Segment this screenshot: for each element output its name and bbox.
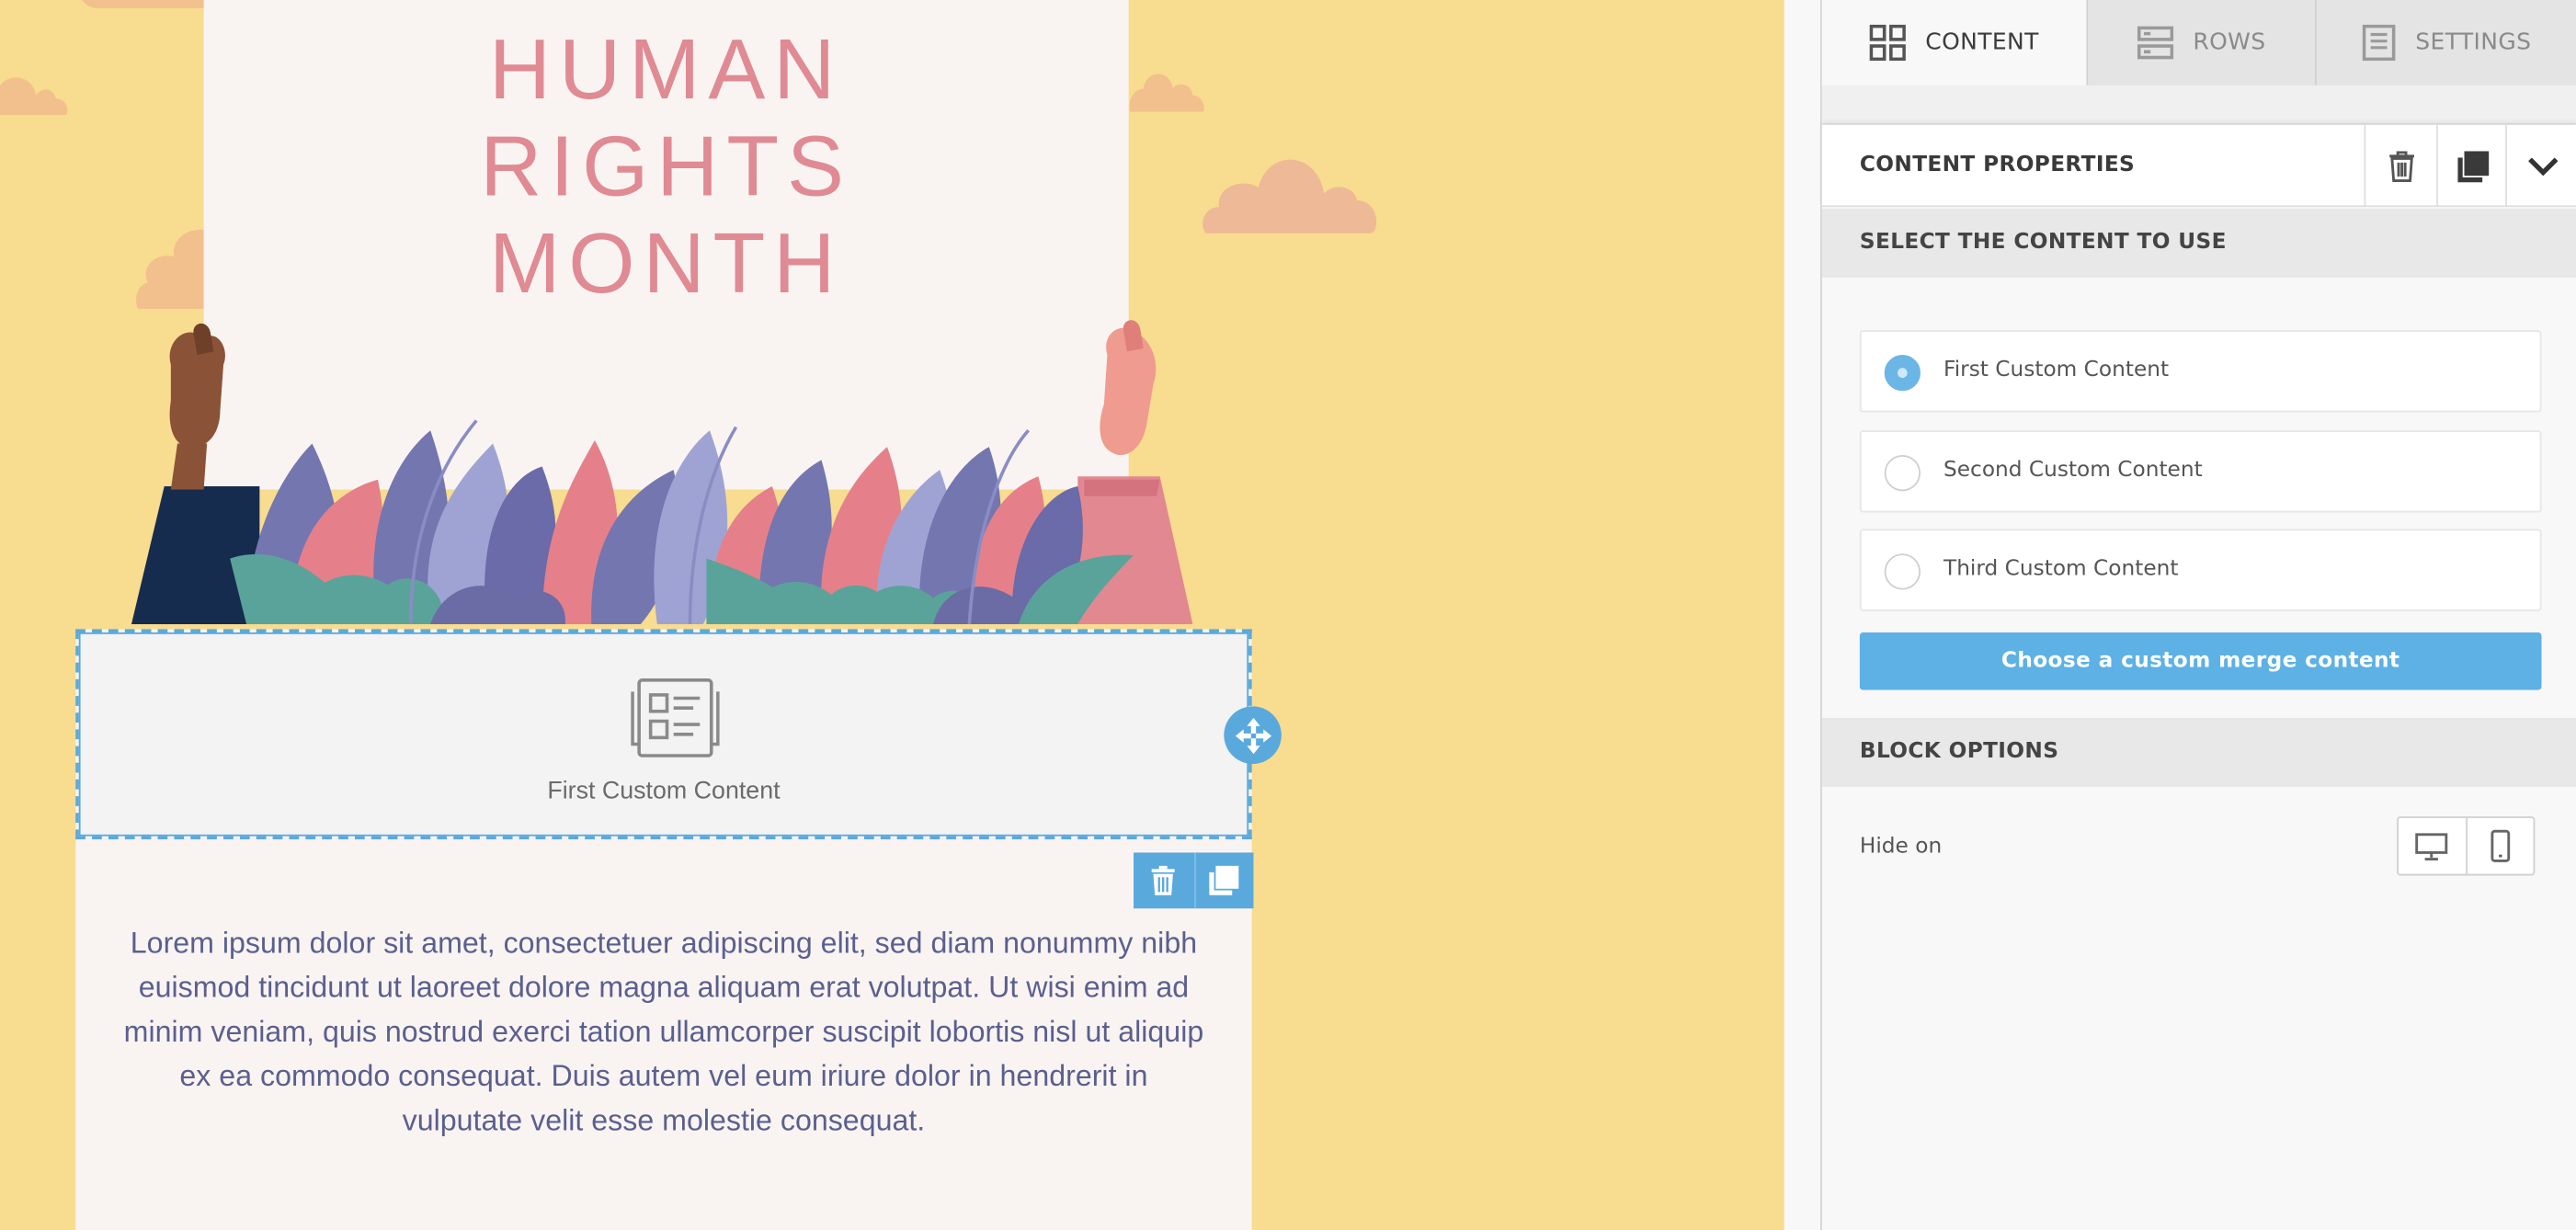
trash-icon	[1152, 865, 1176, 895]
duplicate-icon	[2457, 150, 2490, 182]
choose-custom-merge-content-button[interactable]: Choose a custom merge content	[1859, 632, 2542, 690]
tab-settings[interactable]: SETTINGS	[2317, 0, 2576, 85]
move-arrows-icon	[1234, 717, 1271, 754]
tab-rows-label: ROWS	[2193, 29, 2266, 56]
rows-icon	[2137, 26, 2173, 60]
cloud-decoration	[1129, 74, 1204, 112]
option-second-custom-content[interactable]: Second Custom Content	[1859, 430, 2542, 513]
option-third-custom-content[interactable]: Third Custom Content	[1859, 529, 2542, 611]
properties-sidebar: CONTENT ROWS SETTINGS CONTENT PROPERTIES…	[1819, 0, 2576, 1230]
duplicate-icon	[1209, 865, 1239, 895]
settings-doc-icon	[2363, 24, 2396, 62]
custom-content-block-selected[interactable]: First Custom Content	[75, 629, 1252, 840]
hero-title-line: MONTH	[488, 216, 844, 313]
chevron-down-icon	[2527, 157, 2558, 177]
radio-button[interactable]	[1884, 553, 1921, 590]
block-toolbar	[1134, 852, 1254, 909]
delete-block-button[interactable]	[1134, 852, 1193, 908]
hide-on-toggle-group	[2397, 816, 2536, 876]
custom-content-block-label: First Custom Content	[547, 777, 781, 805]
mobile-icon	[2491, 829, 2511, 862]
select-content-section-title: SELECT THE CONTENT TO USE	[1859, 230, 2227, 255]
text-block[interactable]: Lorem ipsum dolor sit amet, consectetuer…	[75, 839, 1252, 1230]
block-options-section-header: BLOCK OPTIONS	[1821, 717, 2576, 787]
body-paragraph: Lorem ipsum dolor sit amet, consectetuer…	[123, 926, 1204, 1137]
hero-illustration	[131, 320, 1193, 625]
custom-content-icon	[631, 678, 720, 757]
select-content-section-header: SELECT THE CONTENT TO USE	[1821, 208, 2576, 279]
option-first-custom-content[interactable]: First Custom Content	[1859, 330, 2542, 413]
hero-title-line: RIGHTS	[480, 120, 852, 216]
move-handle[interactable]	[1224, 706, 1282, 764]
option-label: Third Custom Content	[1943, 556, 2179, 582]
tab-settings-label: SETTINGS	[2415, 29, 2532, 56]
collapse-panel-button[interactable]	[2505, 124, 2576, 208]
hero-title-line: HUMAN	[488, 23, 844, 119]
duplicate-block-button[interactable]	[1193, 852, 1253, 909]
hide-on-label: Hide on	[1859, 834, 1943, 860]
option-label: Second Custom Content	[1943, 458, 2203, 484]
tab-spacer	[1821, 85, 2576, 125]
tab-content-label: CONTENT	[1925, 29, 2039, 56]
content-properties-title: CONTENT PROPERTIES	[1859, 153, 2136, 177]
hero-title: HUMAN RIGHTS MONTH	[204, 23, 1129, 313]
cloud-decoration	[136, 229, 208, 309]
tab-content[interactable]: CONTENT	[1821, 0, 2089, 85]
duplicate-content-button[interactable]	[2436, 124, 2509, 208]
cloud-decoration	[0, 77, 68, 116]
option-label: First Custom Content	[1943, 358, 2170, 383]
cloud-decoration	[1203, 159, 1377, 233]
tab-rows[interactable]: ROWS	[2088, 0, 2317, 85]
trash-icon	[2388, 150, 2414, 182]
delete-content-button[interactable]	[2364, 124, 2436, 208]
radio-button-selected[interactable]	[1884, 354, 1921, 392]
radio-button[interactable]	[1884, 454, 1921, 492]
grid-icon	[1869, 24, 1906, 62]
block-options-section-title: BLOCK OPTIONS	[1859, 739, 2059, 764]
sidebar-tabs: CONTENT ROWS SETTINGS	[1821, 0, 2576, 85]
content-properties-header: CONTENT PROPERTIES	[1821, 124, 2576, 208]
email-canvas: HUMAN RIGHTS MONTH First Custom Content …	[0, 0, 1784, 1230]
hide-on-mobile-button[interactable]	[2466, 817, 2533, 874]
desktop-icon	[2416, 832, 2449, 860]
hide-on-desktop-button[interactable]	[2399, 818, 2466, 874]
